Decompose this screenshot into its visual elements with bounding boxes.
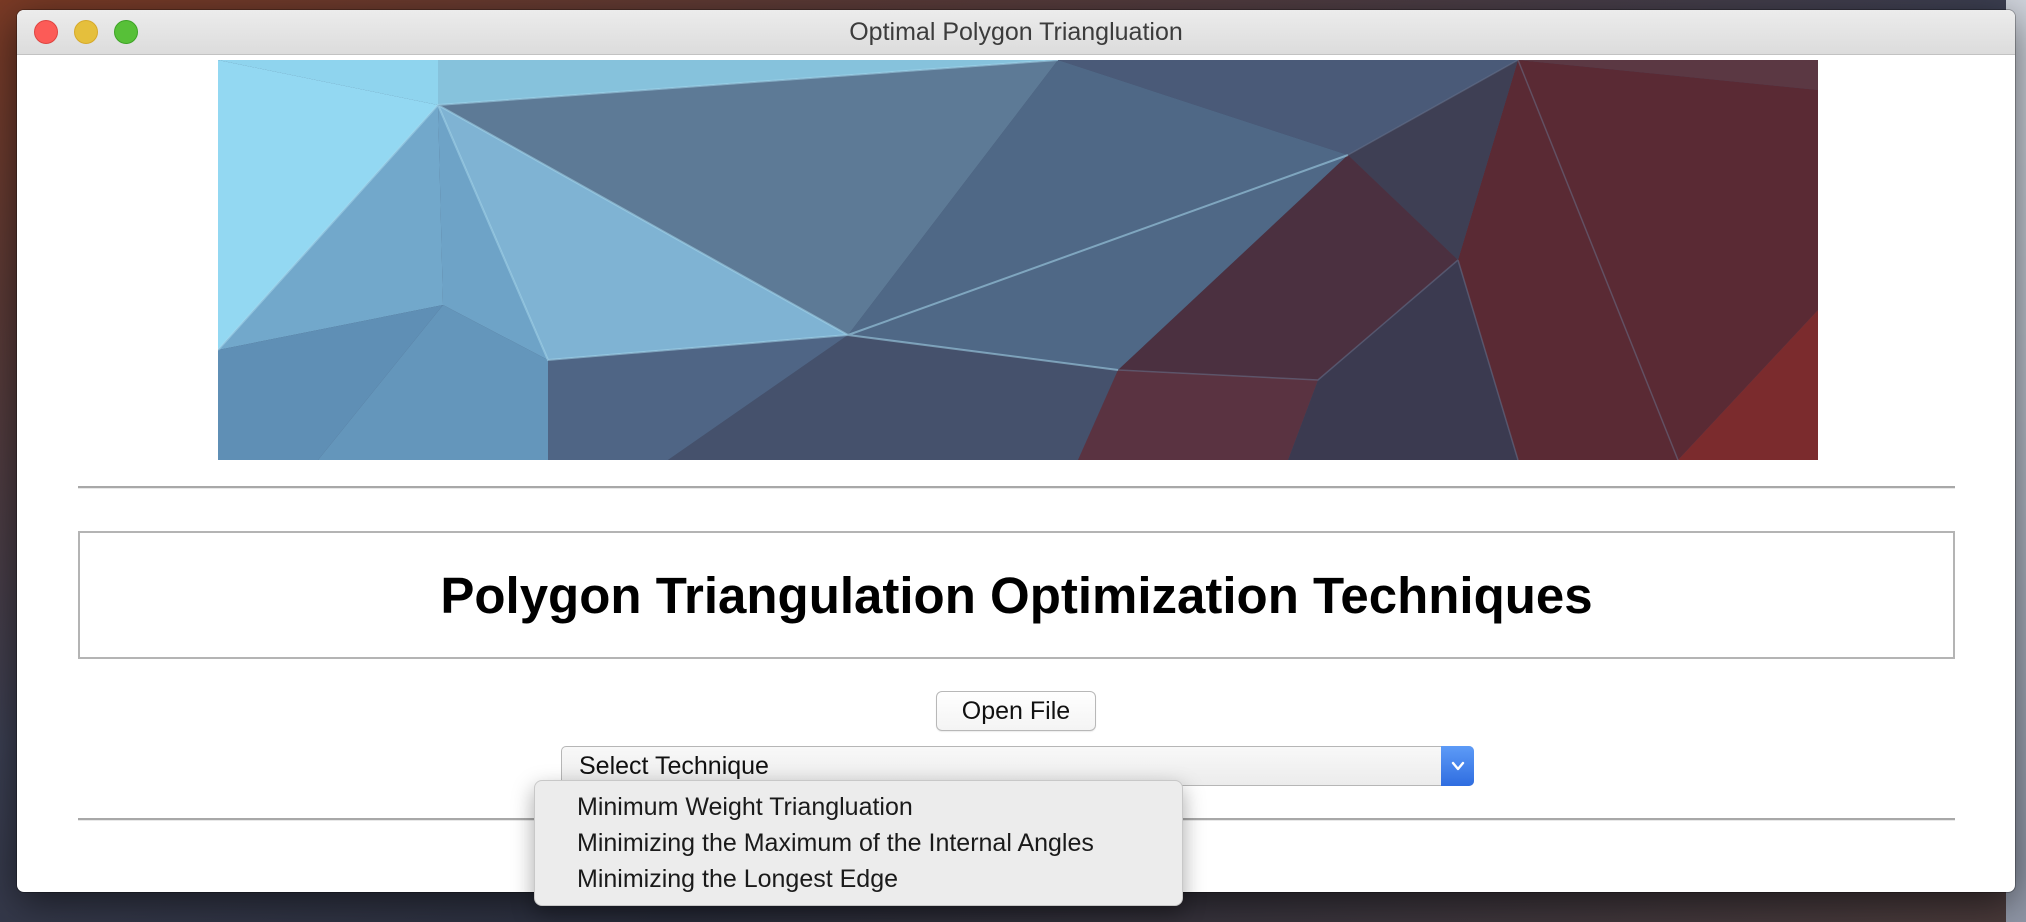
heading-box: Polygon Triangulation Optimization Techn… bbox=[78, 531, 1955, 659]
technique-dropdown-menu: Minimum Weight Triangluation Minimizing … bbox=[534, 780, 1183, 906]
banner-image bbox=[218, 60, 1818, 460]
separator-top bbox=[78, 486, 1955, 489]
chevron-down-icon[interactable] bbox=[1441, 746, 1474, 786]
menu-item-min-max-internal-angles[interactable]: Minimizing the Maximum of the Internal A… bbox=[535, 825, 1182, 861]
menu-item-minimum-weight[interactable]: Minimum Weight Triangluation bbox=[535, 789, 1182, 825]
title-bar[interactable]: Optimal Polygon Triangluation bbox=[17, 10, 2015, 55]
menu-item-min-longest-edge[interactable]: Minimizing the Longest Edge bbox=[535, 861, 1182, 897]
window-title: Optimal Polygon Triangluation bbox=[849, 18, 1183, 46]
open-file-button[interactable]: Open File bbox=[936, 691, 1096, 731]
app-window: Optimal Polygon Triangluation Polygon Tr… bbox=[17, 10, 2015, 892]
page-title: Polygon Triangulation Optimization Techn… bbox=[440, 566, 1593, 624]
